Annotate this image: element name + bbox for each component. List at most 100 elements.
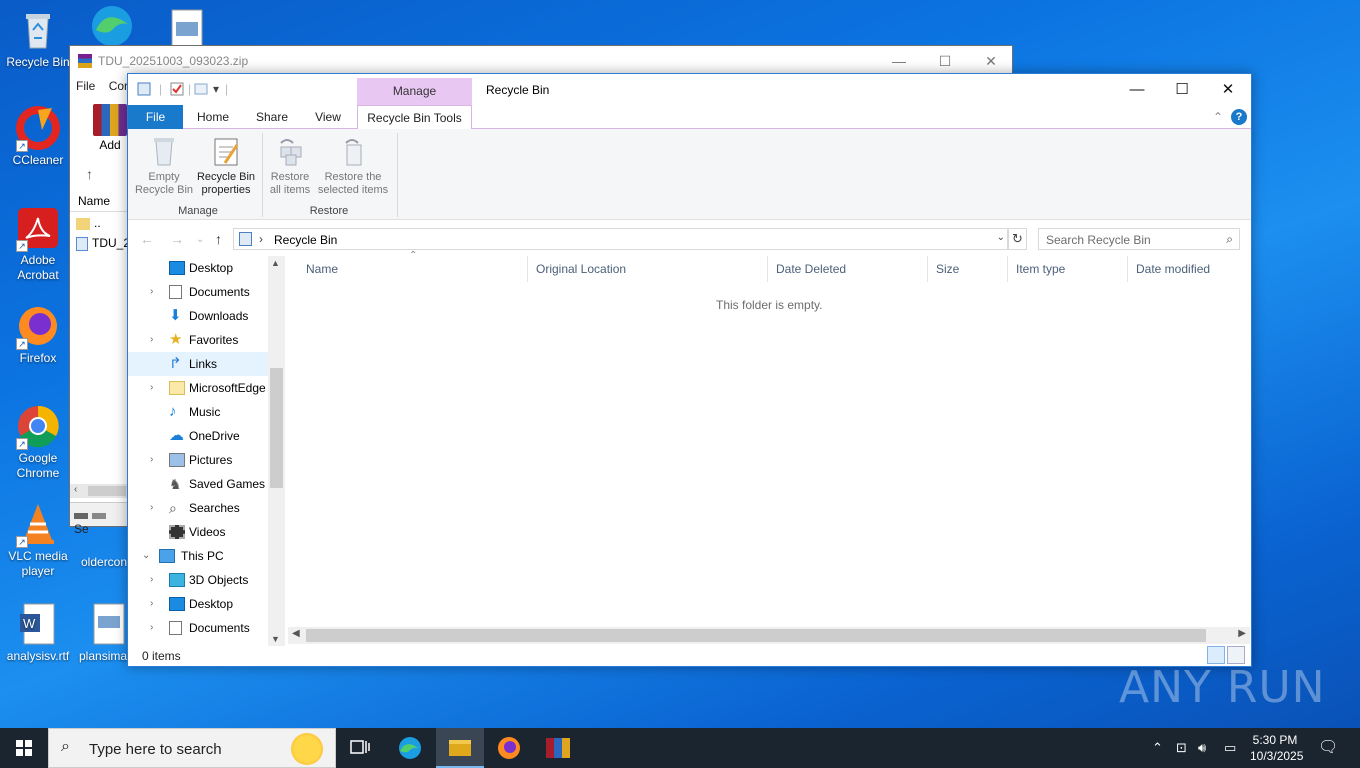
- show-hidden-icons-chevron-up-icon[interactable]: ⌃: [1152, 728, 1163, 768]
- recycle-bin-properties-button[interactable]: Recycle Bin properties: [196, 135, 256, 197]
- scroll-right-icon[interactable]: ▶: [1238, 628, 1246, 639]
- column-header-date-deleted[interactable]: Date Deleted: [768, 256, 928, 282]
- notifications-icon[interactable]: 🗨︎: [1318, 728, 1338, 768]
- chevron-right-icon[interactable]: ›: [150, 376, 160, 400]
- nav-item-this-pc[interactable]: ⌄ This PC: [128, 544, 268, 568]
- nav-item-documents[interactable]: › Documents: [128, 280, 268, 304]
- horizontal-scrollbar[interactable]: ◀ ▶: [288, 627, 1250, 644]
- breadcrumb[interactable]: Recycle Bin: [274, 233, 337, 247]
- desktop-icon-adobe-acrobat[interactable]: ↗ Adobe Acrobat: [0, 206, 76, 283]
- search-highlight-icon[interactable]: [291, 733, 323, 765]
- tab-home[interactable]: Home: [191, 105, 235, 129]
- scroll-thumb[interactable]: [306, 629, 1206, 642]
- menu-file[interactable]: File: [76, 79, 95, 93]
- task-view-button[interactable]: [336, 728, 384, 768]
- restore-selected-items-button[interactable]: Restore the selected items: [314, 135, 392, 197]
- maximize-button[interactable]: ☐: [922, 46, 968, 76]
- back-arrow-icon[interactable]: ←: [140, 231, 154, 247]
- tab-view[interactable]: View: [306, 105, 350, 129]
- nav-item-favorites[interactable]: › ★ Favorites: [128, 328, 268, 352]
- minimize-button[interactable]: —: [876, 46, 922, 76]
- start-button[interactable]: [0, 728, 48, 768]
- empty-recycle-bin-button[interactable]: Empty Recycle Bin: [134, 135, 194, 197]
- scroll-left-icon[interactable]: ‹: [74, 484, 77, 495]
- maximize-button[interactable]: ☐: [1159, 74, 1205, 105]
- taskbar-file-explorer[interactable]: [436, 728, 484, 768]
- nav-item-desktop-pc[interactable]: › Desktop: [128, 592, 268, 616]
- column-header-date-modified[interactable]: Date modified: [1128, 256, 1248, 282]
- scroll-up-icon[interactable]: ▲: [271, 258, 280, 268]
- explorer-titlebar[interactable]: | | ▾ | Manage Recycle Bin — ☐ ✕: [128, 74, 1251, 105]
- list-item[interactable]: TDU_2: [76, 236, 130, 251]
- recent-locations-icon[interactable]: ⌄: [196, 234, 204, 245]
- scroll-thumb[interactable]: [88, 486, 126, 496]
- desktop-icon-chrome[interactable]: ↗ Google Chrome: [0, 404, 76, 481]
- nav-item-downloads[interactable]: ⬇ Downloads: [128, 304, 268, 328]
- nav-item-microsoftedge[interactable]: › MicrosoftEdge: [128, 376, 268, 400]
- refresh-button[interactable]: ↻: [1008, 228, 1027, 250]
- list-item[interactable]: ..: [76, 216, 101, 230]
- tab-share[interactable]: Share: [248, 105, 296, 129]
- nav-item-links[interactable]: ↱ Links: [128, 352, 268, 376]
- desktop-icon-firefox[interactable]: ↗ Firefox: [0, 304, 76, 366]
- taskbar-clock[interactable]: 5:30 PM 10/3/2025: [1250, 732, 1303, 764]
- up-arrow-icon[interactable]: ↑: [215, 231, 222, 247]
- help-icon[interactable]: ?: [1231, 109, 1247, 125]
- desktop-icon-recycle-bin[interactable]: Recycle Bin: [0, 8, 76, 70]
- column-header-name[interactable]: Name: [298, 256, 528, 282]
- restore-all-items-button[interactable]: Restore all items: [264, 135, 316, 197]
- desktop-icon-vlc[interactable]: ↗ VLC media player: [0, 502, 76, 579]
- scroll-thumb[interactable]: [270, 368, 283, 488]
- nav-item-music[interactable]: ♪ Music: [128, 400, 268, 424]
- nav-item-searches[interactable]: › ⌕ Searches: [128, 496, 268, 520]
- chevron-right-icon[interactable]: ›: [150, 496, 160, 520]
- chevron-right-icon[interactable]: ›: [150, 280, 160, 304]
- close-button[interactable]: ✕: [1205, 74, 1251, 105]
- customize-quick-access-icon[interactable]: ▾: [213, 82, 219, 96]
- meet-now-icon[interactable]: ⊡: [1176, 728, 1187, 768]
- desktop-icon-analysisv-rtf[interactable]: W analysisv.rtf: [0, 602, 76, 664]
- tab-file[interactable]: File: [128, 105, 183, 129]
- properties-icon[interactable]: [170, 82, 184, 99]
- desktop-icon-ccleaner[interactable]: ↗ CCleaner: [0, 106, 76, 168]
- minimize-button[interactable]: —: [1114, 74, 1160, 105]
- new-folder-icon[interactable]: [194, 82, 208, 99]
- taskbar-winrar[interactable]: [534, 728, 582, 768]
- nav-item-saved-games[interactable]: ♞ Saved Games: [128, 472, 268, 496]
- chevron-right-icon[interactable]: ›: [150, 592, 160, 616]
- explorer-window[interactable]: | | ▾ | Manage Recycle Bin — ☐ ✕ File Ho…: [127, 73, 1252, 667]
- search-input[interactable]: Search Recycle Bin ⌕: [1038, 228, 1240, 250]
- column-header-original-location[interactable]: Original Location: [528, 256, 768, 282]
- nav-item-documents-pc[interactable]: › Documents: [128, 616, 268, 640]
- horizontal-scrollbar[interactable]: ‹: [70, 484, 128, 498]
- nav-item-desktop[interactable]: Desktop: [128, 256, 268, 280]
- taskbar-edge[interactable]: [386, 728, 434, 768]
- chevron-right-icon[interactable]: ›: [150, 568, 160, 592]
- nav-item-pictures[interactable]: › Pictures: [128, 448, 268, 472]
- tab-recycle-bin-tools[interactable]: Recycle Bin Tools: [357, 105, 472, 130]
- up-arrow-icon[interactable]: ↑: [86, 166, 93, 182]
- navigation-pane-scrollbar[interactable]: ▲ ▼: [268, 256, 285, 646]
- chevron-down-icon[interactable]: ⌄: [142, 544, 152, 568]
- taskbar-search-box[interactable]: ⌕ Type here to search: [48, 728, 336, 768]
- column-header-item-type[interactable]: Item type: [1008, 256, 1128, 282]
- menu-commands[interactable]: Cor: [109, 79, 128, 93]
- chevron-right-icon[interactable]: ›: [150, 328, 160, 352]
- scroll-left-icon[interactable]: ◀: [292, 628, 300, 639]
- chevron-down-icon[interactable]: ⌄: [997, 232, 1005, 243]
- collapse-ribbon-icon[interactable]: ⌃: [1213, 110, 1223, 124]
- scroll-down-icon[interactable]: ▼: [271, 634, 280, 644]
- close-button[interactable]: ✕: [968, 46, 1014, 76]
- taskbar-firefox[interactable]: [485, 728, 533, 768]
- nav-item-onedrive[interactable]: ☁ OneDrive: [128, 424, 268, 448]
- nav-item-3d-objects[interactable]: › 3D Objects: [128, 568, 268, 592]
- winrar-titlebar[interactable]: TDU_20251003_093023.zip — ☐ ✕: [70, 46, 1012, 76]
- desktop-icon-edge[interactable]: [74, 4, 150, 51]
- column-header-size[interactable]: Size: [928, 256, 1008, 282]
- add-button[interactable]: Add: [90, 104, 130, 152]
- forward-arrow-icon[interactable]: →: [170, 231, 184, 247]
- volume-icon[interactable]: 🔊︎: [1198, 728, 1206, 768]
- address-bar[interactable]: › Recycle Bin ⌄: [233, 228, 1008, 250]
- chevron-right-icon[interactable]: ›: [150, 616, 160, 640]
- chevron-right-icon[interactable]: ›: [150, 448, 160, 472]
